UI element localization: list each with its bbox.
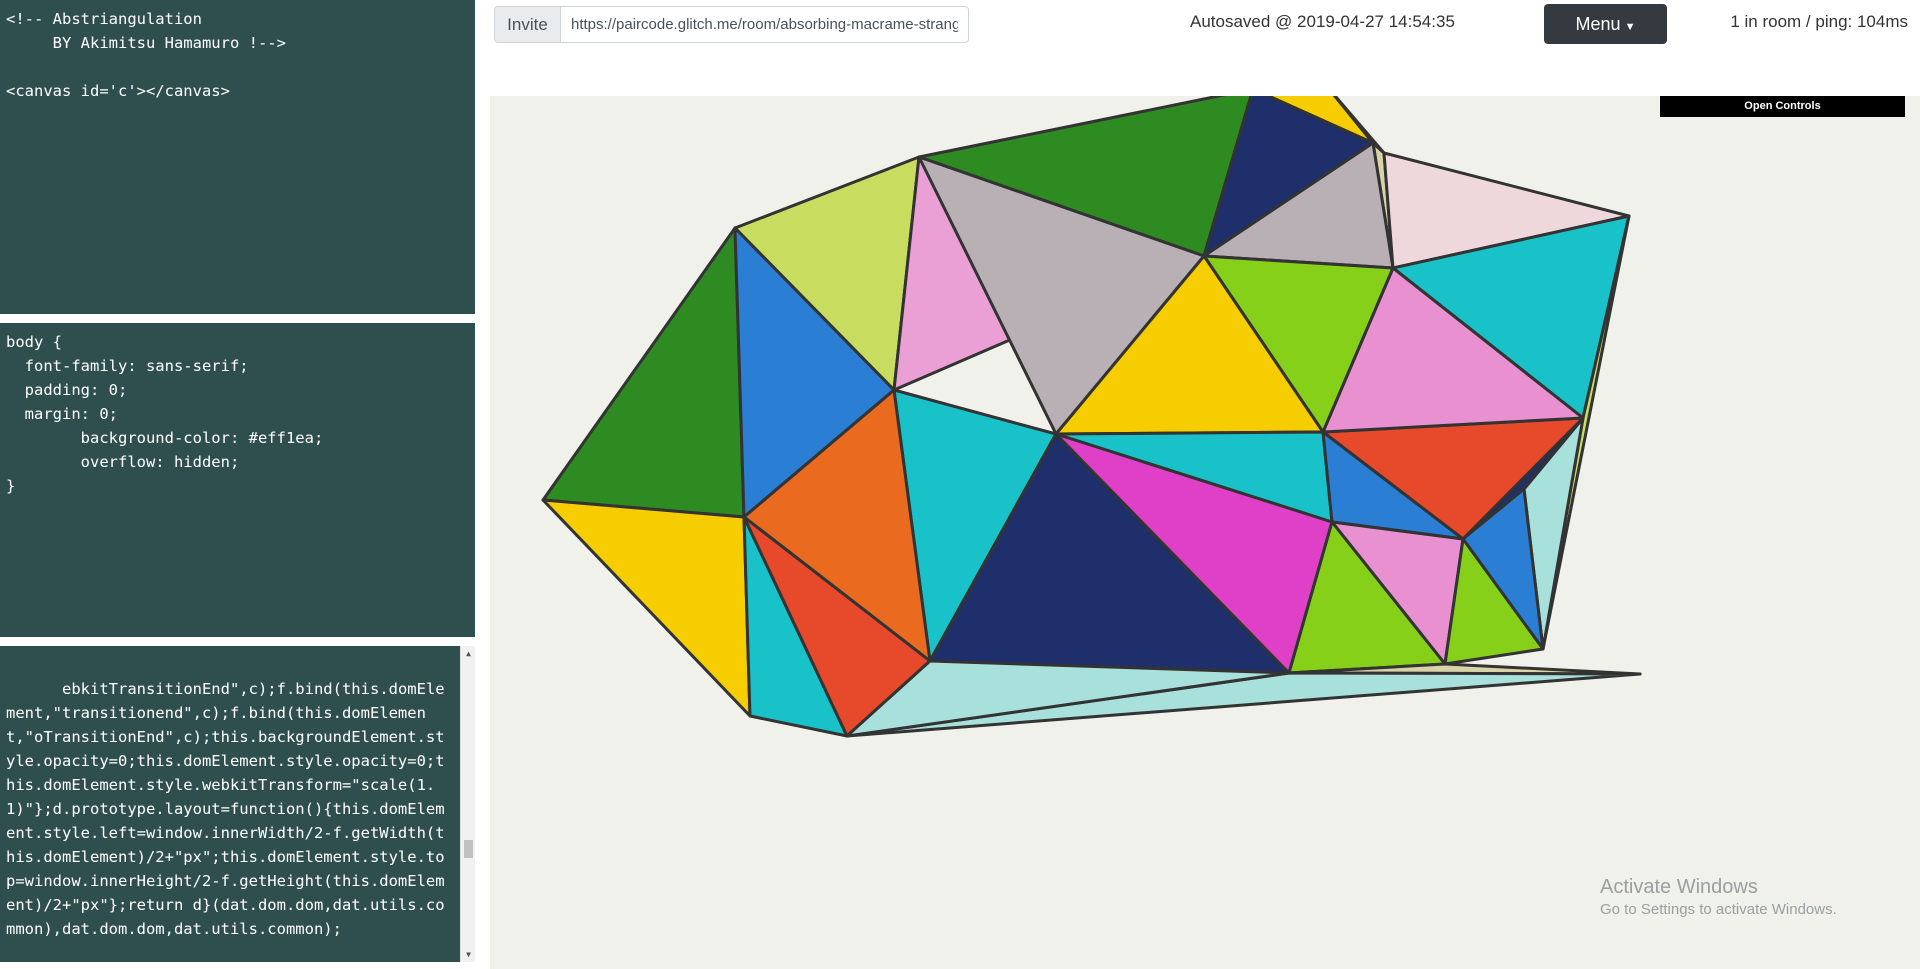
- watermark-subtitle: Go to Settings to activate Windows.: [1600, 901, 1837, 918]
- canvas-stage[interactable]: Open Controls Activate Windows Go to Set…: [490, 96, 1920, 969]
- triangulation-canvas[interactable]: [490, 96, 1920, 969]
- js-editor-scrollbar[interactable]: ▲ ▼: [460, 646, 475, 962]
- html-editor[interactable]: <!-- Abstriangulation BY Akimitsu Hamamu…: [0, 0, 475, 314]
- js-code: ebkitTransitionEnd",c);f.bind(this.domEl…: [6, 680, 445, 938]
- menu-label: Menu: [1575, 13, 1621, 34]
- menu-button[interactable]: Menu ▼: [1544, 4, 1667, 44]
- invite-button[interactable]: Invite: [495, 7, 561, 42]
- canvas-triangle: [541, 498, 752, 718]
- editor-column: <!-- Abstriangulation BY Akimitsu Hamamu…: [0, 0, 475, 969]
- open-controls-button[interactable]: Open Controls: [1660, 96, 1905, 117]
- top-bar: Invite Autosaved @ 2019-04-27 14:54:35 M…: [490, 0, 1920, 96]
- scroll-down-icon[interactable]: ▼: [461, 947, 475, 962]
- scroll-up-icon[interactable]: ▲: [461, 646, 475, 661]
- js-editor[interactable]: ebkitTransitionEnd",c);f.bind(this.domEl…: [0, 646, 475, 962]
- room-status: 1 in room / ping: 104ms: [1730, 12, 1908, 31]
- windows-watermark: Activate Windows Go to Settings to activ…: [1600, 876, 1837, 918]
- scroll-thumb[interactable]: [464, 840, 473, 858]
- autosave-status: Autosaved @ 2019-04-27 14:54:35: [1190, 12, 1455, 31]
- caret-down-icon: ▼: [1624, 20, 1636, 33]
- watermark-title: Activate Windows: [1600, 876, 1758, 898]
- invite-group: Invite: [494, 6, 969, 43]
- invite-url-field[interactable]: [561, 7, 968, 42]
- app-root: <!-- Abstriangulation BY Akimitsu Hamamu…: [0, 0, 1920, 969]
- canvas-triangle: [541, 226, 746, 519]
- css-editor[interactable]: body { font-family: sans-serif; padding:…: [0, 323, 475, 637]
